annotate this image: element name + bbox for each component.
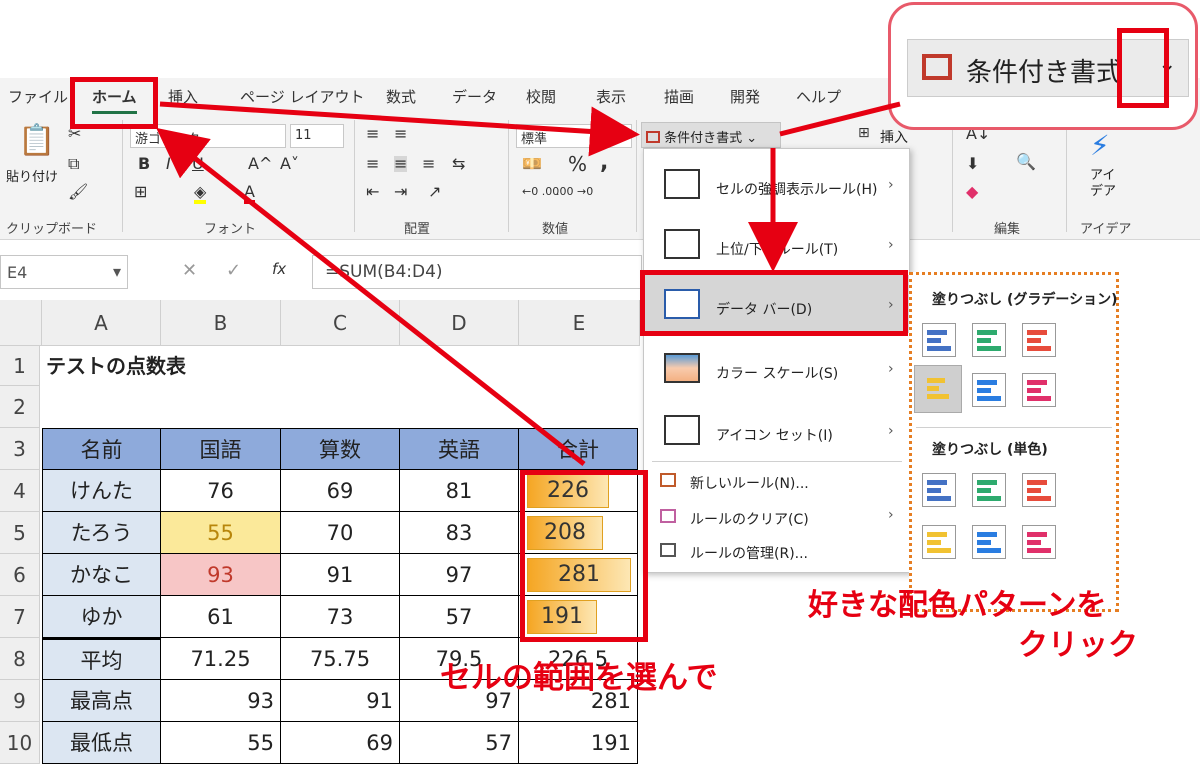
annotation-click-pattern-2: クリック — [1018, 628, 1138, 663]
callout-pointer — [779, 101, 901, 137]
annotation-select-range: セルの範囲を選んで — [440, 660, 718, 696]
arrow-range-to-home — [156, 127, 586, 466]
annotation-click-pattern-1: 好きな配色パターンを — [808, 588, 1107, 623]
arrow-home-to-cf — [159, 101, 640, 157]
